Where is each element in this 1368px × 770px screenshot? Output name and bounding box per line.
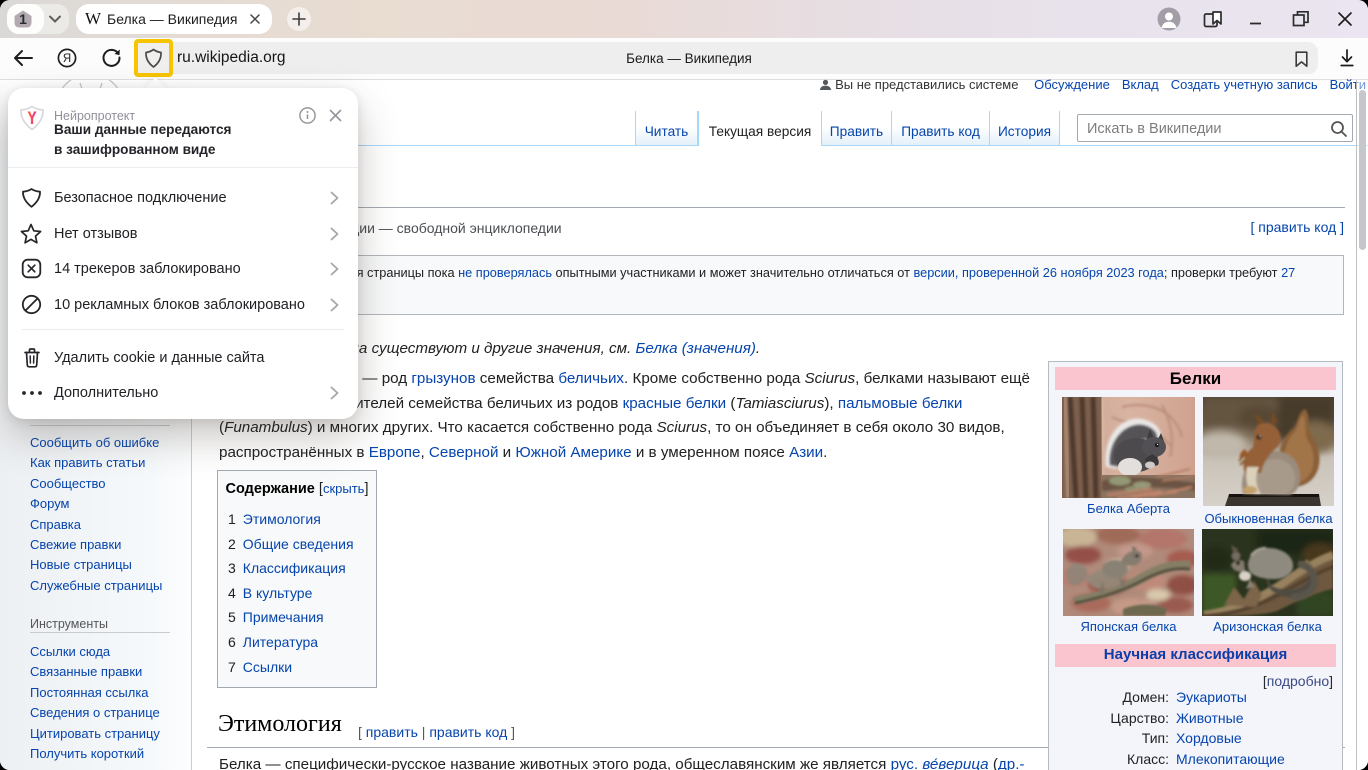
svg-text:Я: Я [63,53,71,65]
svg-text:1: 1 [19,11,27,27]
